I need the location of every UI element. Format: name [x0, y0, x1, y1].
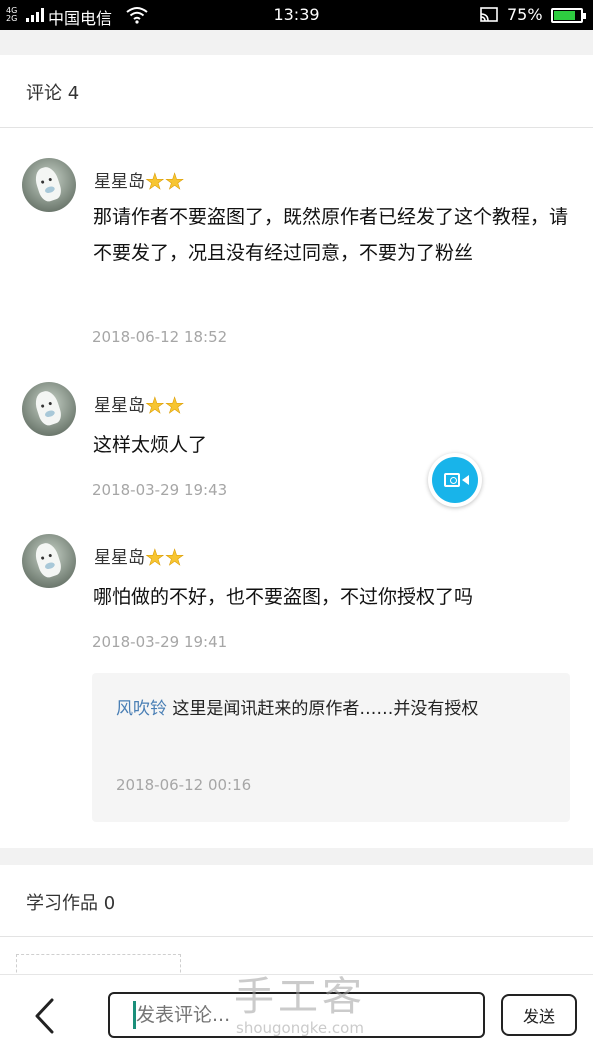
star-icon: ★ [164, 546, 185, 571]
battery-icon [551, 8, 586, 23]
comments-section: 评论 4 星星岛★★ 那请作者不要盗图了，既然原作者已经发了这个教程，请不要发了… [0, 55, 593, 848]
reply-text: 这里是闻讯赶来的原作者……并没有授权 [167, 699, 479, 719]
avatar[interactable] [22, 534, 76, 588]
comment-input[interactable] [108, 992, 485, 1038]
comment-text: 哪怕做的不好，也不要盗图，不过你授权了吗 [93, 586, 474, 608]
clock: 13:39 [273, 5, 320, 24]
star-icon: ★ [145, 394, 165, 419]
comment-time: 2018-06-12 18:52 [92, 328, 228, 346]
video-camera-icon [432, 457, 478, 503]
reply-time: 2018-06-12 00:16 [116, 776, 252, 794]
comment-author[interactable]: 星星岛★★ [94, 167, 185, 195]
comment-time: 2018-03-29 19:43 [92, 481, 228, 499]
username-label: 星星岛 [94, 172, 145, 192]
divider [0, 127, 593, 128]
comment-time: 2018-03-29 19:41 [92, 633, 228, 651]
video-button[interactable] [428, 453, 482, 507]
username-label: 星星岛 [94, 396, 145, 416]
star-icon: ★ [164, 170, 185, 195]
avatar[interactable] [22, 382, 76, 436]
bottom-bar: 发送 [0, 974, 593, 1054]
reply-text-block: 风吹铃 这里是闻讯赶来的原作者……并没有授权 [116, 693, 546, 726]
comment-author[interactable]: 星星岛★★ [94, 391, 185, 419]
battery-percent: 75% [507, 5, 543, 24]
reply-box: 风吹铃 这里是闻讯赶来的原作者……并没有授权 2018-06-12 00:16 [92, 673, 570, 822]
username-label: 星星岛 [94, 548, 145, 568]
reply-author-link[interactable]: 风吹铃 [116, 699, 167, 719]
status-bar: 4G 2G 中国电信 13:39 75% [0, 0, 593, 30]
comment-author[interactable]: 星星岛★★ [94, 543, 185, 571]
comment-text: 这样太烦人了 [93, 434, 208, 456]
send-button[interactable]: 发送 [501, 994, 577, 1036]
avatar[interactable] [22, 158, 76, 212]
comments-title: 评论 4 [26, 83, 80, 104]
cast-icon [480, 7, 498, 22]
divider [0, 936, 593, 937]
star-icon: ★ [164, 394, 185, 419]
star-icon: ★ [145, 546, 165, 571]
works-title: 学习作品 0 [26, 893, 116, 914]
text-cursor [133, 1001, 136, 1029]
chevron-left-icon[interactable] [32, 997, 58, 1035]
star-icon: ★ [145, 170, 165, 195]
comment-text: 那请作者不要盗图了，既然原作者已经发了这个教程，请不要发了，况且没有经过同意，不… [93, 206, 569, 264]
